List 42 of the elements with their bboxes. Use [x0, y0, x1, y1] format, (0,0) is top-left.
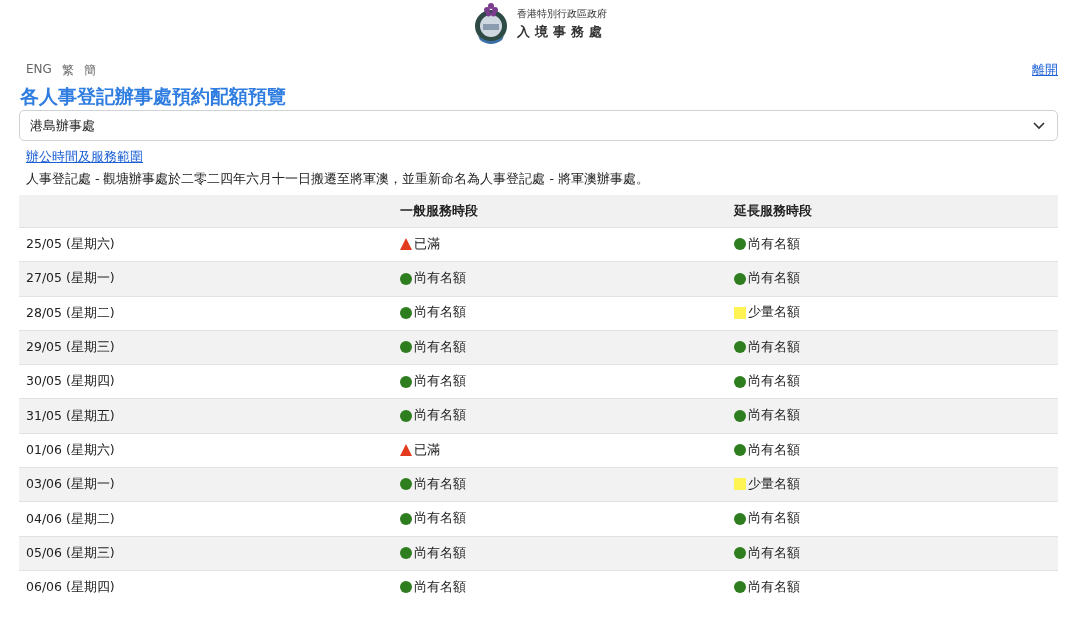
quota-status: 尚有名額: [748, 373, 800, 391]
quota-status: 尚有名額: [414, 544, 466, 562]
quota-status: 尚有名額: [748, 510, 800, 528]
emblem-icon: [473, 2, 509, 46]
date-cell: 05/06 (星期三): [19, 536, 393, 571]
column-header: 延長服務時段: [727, 195, 1058, 228]
quota-status: 尚有名額: [414, 373, 466, 391]
quota-status: 尚有名額: [748, 235, 800, 253]
page-title: 各人事登記辦事處預約配額預覽: [20, 84, 287, 109]
relocation-notice: 人事登記處 - 觀塘辦事處於二零二四年六月十一日搬遷至將軍澳，並重新命名為人事登記處 - 將軍澳辦事處。: [26, 171, 650, 188]
date-cell: 29/05 (星期三): [19, 330, 393, 365]
department-name: 入境事務處: [517, 23, 607, 41]
quota-status: 已滿: [414, 235, 440, 253]
date-cell: 31/05 (星期五): [19, 399, 393, 434]
quota-status: 尚有名額: [414, 578, 466, 596]
column-header: 一般服務時段: [393, 195, 727, 228]
quota-status: 少量名額: [748, 475, 800, 493]
date-cell: 27/05 (星期一): [19, 261, 393, 297]
office-hours-link[interactable]: 辦公時間及服務範圍: [26, 148, 143, 166]
government-name: 香港特別行政區政府: [517, 7, 607, 21]
office-select[interactable]: 港島辦事處: [19, 110, 1058, 141]
chevron-down-icon: [1033, 121, 1045, 130]
language-link[interactable]: 簡: [83, 61, 96, 79]
exit-link[interactable]: 離開: [1032, 61, 1058, 79]
quota-status: 少量名額: [748, 304, 800, 322]
quota-status: 尚有名額: [414, 475, 466, 493]
quota-status: 尚有名額: [414, 304, 466, 322]
quota-status: 尚有名額: [414, 510, 466, 528]
quota-status: 尚有名額: [414, 407, 466, 425]
quota-status: 尚有名額: [748, 578, 800, 596]
quota-status: 尚有名額: [414, 338, 466, 356]
quota-status: 尚有名額: [748, 338, 800, 356]
date-cell: 06/06 (星期四): [19, 570, 393, 605]
language-link[interactable]: ENG: [26, 61, 52, 79]
quota-status: 尚有名額: [748, 544, 800, 562]
date-cell: 03/06 (星期一): [19, 467, 393, 502]
quota-status: 尚有名額: [748, 441, 800, 459]
quota-status: 尚有名額: [748, 407, 800, 425]
quota-status: 已滿: [414, 441, 440, 459]
language-link[interactable]: 繁: [61, 61, 74, 79]
quota-status: 尚有名額: [414, 270, 466, 288]
quota-status: 尚有名額: [748, 270, 800, 288]
